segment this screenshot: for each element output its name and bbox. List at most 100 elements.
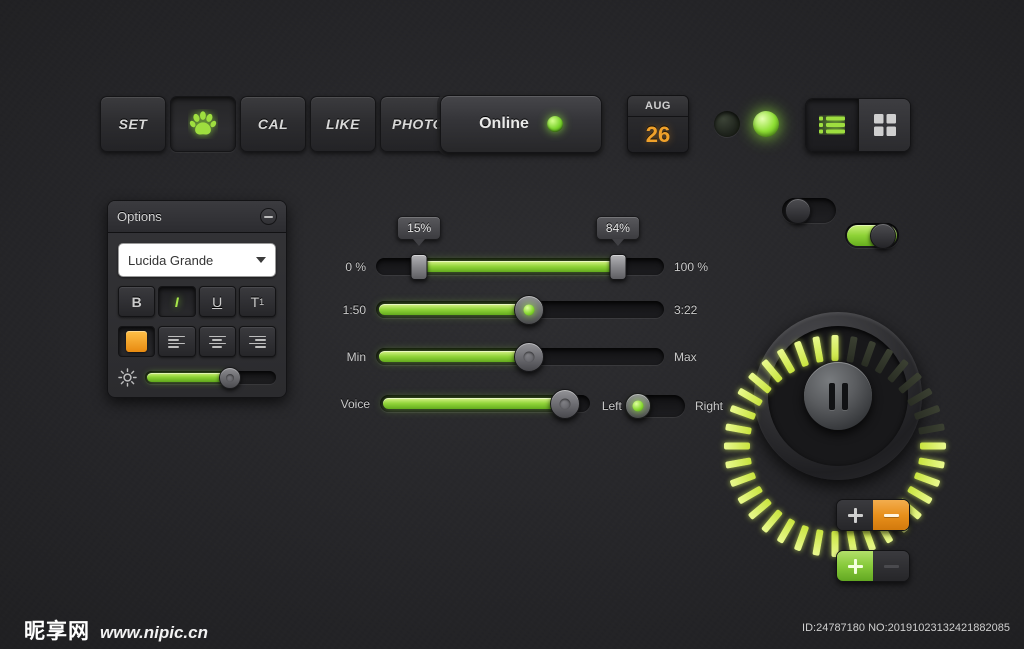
alignment-button-group xyxy=(118,326,276,357)
dial-pause-button[interactable] xyxy=(804,362,872,430)
toggle-switch-off-knob xyxy=(785,197,811,224)
align-right-button[interactable] xyxy=(238,326,276,357)
subscript-button-label: T xyxy=(250,293,260,310)
dial-segment xyxy=(860,340,876,368)
minus-icon[interactable] xyxy=(260,208,277,225)
view-mode-grid-button[interactable] xyxy=(858,99,910,151)
stepper-orange xyxy=(836,499,910,531)
dial-segment xyxy=(728,471,756,488)
balance-slider-track[interactable] xyxy=(625,393,685,419)
dial-segment xyxy=(845,336,858,363)
underline-button-label: U xyxy=(212,293,223,310)
online-button[interactable]: Online xyxy=(440,95,602,153)
image-id-text: ID:24787180 NO:20191023132421882085 xyxy=(802,622,1010,634)
watermark-cn-text: 昵享网 xyxy=(24,619,90,643)
range-slider-fill xyxy=(419,261,618,272)
range-slider-max-label: 100 % xyxy=(674,259,709,274)
italic-button-label: I xyxy=(174,293,179,310)
subscript-button-sub: 1 xyxy=(259,296,265,307)
time-slider-start-label: 1:50 xyxy=(342,302,366,317)
range-slider-tooltip-low: 15% xyxy=(397,216,442,246)
circular-progress-dial[interactable] xyxy=(723,312,946,557)
range-slider-tooltip-high: 84% xyxy=(595,216,640,246)
segmented-button-paw[interactable] xyxy=(170,96,236,152)
voice-slider-track[interactable] xyxy=(380,388,590,419)
balance-slider-row: Left Right xyxy=(598,393,728,419)
underline-button[interactable]: U xyxy=(198,286,236,317)
time-slider-handle[interactable] xyxy=(513,294,544,325)
color-swatch-button[interactable] xyxy=(118,326,156,357)
dial-segment xyxy=(886,358,909,384)
indicator-led-off[interactable] xyxy=(714,111,740,137)
view-mode-toggle xyxy=(805,98,911,152)
toggle-switch-off[interactable] xyxy=(782,197,836,224)
dial-segment xyxy=(913,471,941,488)
time-slider-row: 1:50 3:22 xyxy=(330,294,720,325)
view-mode-list-button[interactable] xyxy=(806,99,858,151)
bold-button[interactable]: B xyxy=(118,286,156,317)
range-slider-handle-low[interactable] xyxy=(410,253,428,280)
dial-segment xyxy=(723,442,750,450)
dial-segment xyxy=(917,457,945,469)
dial-segment xyxy=(736,485,763,505)
brightness-slider-track[interactable] xyxy=(145,366,276,389)
calendar-day: 26 xyxy=(628,117,688,152)
online-status-led xyxy=(546,116,563,132)
stepper-orange-minus-button[interactable] xyxy=(873,500,909,530)
dial-segment xyxy=(793,524,809,552)
indicator-led-on[interactable] xyxy=(753,111,779,137)
segmented-button-like[interactable]: LIKE xyxy=(310,96,376,152)
stepper-green-minus-button[interactable] xyxy=(873,551,909,581)
subscript-button[interactable]: T1 xyxy=(238,286,276,317)
italic-button[interactable]: I xyxy=(158,286,196,317)
dial-segment xyxy=(917,423,945,435)
minmax-slider-handle[interactable] xyxy=(513,341,544,372)
segmented-button-cal[interactable]: CAL xyxy=(240,96,306,152)
voice-slider-handle[interactable] xyxy=(549,388,580,419)
brightness-slider[interactable] xyxy=(118,366,276,389)
segmented-button-photo-label: PHOTO xyxy=(391,116,445,132)
balance-slider-left-label: Left xyxy=(601,399,622,413)
segmented-button-bar: SET CAL LIKE PHOTO xyxy=(100,96,456,152)
toggle-switch-on[interactable] xyxy=(845,222,899,249)
time-slider-track[interactable] xyxy=(376,294,664,325)
voice-slider-label: Voice xyxy=(340,396,370,411)
segmented-button-set[interactable]: SET xyxy=(100,96,166,152)
plus-icon xyxy=(847,558,863,574)
calendar-widget[interactable]: AUG 26 xyxy=(627,95,689,153)
dial-segment xyxy=(760,508,783,534)
range-slider-handle-high[interactable] xyxy=(609,253,627,280)
minus-icon xyxy=(883,564,899,568)
align-center-button[interactable] xyxy=(198,326,236,357)
watermark: 昵享网 www.nipic.cn xyxy=(24,615,208,645)
minmax-slider-max-label: Max xyxy=(674,349,697,364)
dial-segment xyxy=(728,404,756,421)
align-left-icon xyxy=(168,335,186,348)
brightness-icon xyxy=(118,368,137,387)
watermark-url: www.nipic.cn xyxy=(100,623,208,642)
font-family-select[interactable]: Lucida Grande xyxy=(118,243,276,277)
minmax-slider-fill xyxy=(379,351,528,362)
time-slider-fill xyxy=(379,304,528,315)
align-left-button[interactable] xyxy=(158,326,196,357)
dial-segment xyxy=(775,348,796,375)
plus-icon xyxy=(847,507,863,523)
range-slider-track[interactable]: 15% 84% xyxy=(376,216,664,280)
dial-segment xyxy=(811,336,824,363)
stepper-green-plus-button[interactable] xyxy=(837,551,873,581)
pause-icon xyxy=(828,382,848,410)
segmented-button-set-label: SET xyxy=(118,116,148,132)
dial-segment xyxy=(724,457,752,469)
stepper-orange-plus-button[interactable] xyxy=(837,500,873,530)
brightness-slider-handle[interactable] xyxy=(219,366,242,389)
list-view-icon xyxy=(819,116,845,134)
toggle-switch-on-knob xyxy=(870,222,896,249)
text-format-button-group: B I U T1 xyxy=(118,286,276,317)
minmax-slider-track[interactable] xyxy=(376,341,664,372)
calendar-month: AUG xyxy=(628,96,688,117)
balance-slider-handle[interactable] xyxy=(625,393,652,419)
color-swatch xyxy=(126,331,148,352)
bold-button-label: B xyxy=(131,293,142,310)
dial-segment xyxy=(724,423,752,435)
range-slider-row: 0 % 15% 84% 100 % xyxy=(330,216,720,280)
